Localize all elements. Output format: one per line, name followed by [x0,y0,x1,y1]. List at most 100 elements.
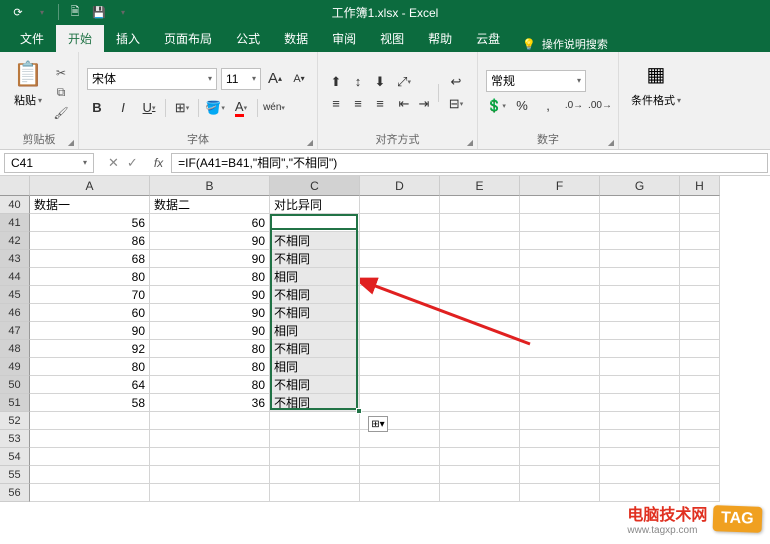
cell[interactable] [270,484,360,502]
cell[interactable] [680,484,720,502]
cell[interactable]: 90 [150,232,270,250]
cell[interactable]: 68 [30,250,150,268]
cell[interactable] [600,466,680,484]
cell[interactable] [600,268,680,286]
merge-center-button[interactable]: ⊟▾ [443,94,469,114]
col-header[interactable]: F [520,176,600,196]
increase-indent-button[interactable]: ⇥ [414,94,434,114]
cell[interactable] [360,232,440,250]
cell[interactable] [440,304,520,322]
cell[interactable] [360,484,440,502]
align-middle-button[interactable]: ↕ [348,72,368,92]
row-header[interactable]: 49 [0,358,30,376]
cancel-formula-button[interactable]: ✕ [108,155,119,171]
orientation-button[interactable]: ⤢▾ [394,72,414,92]
copy-button[interactable]: ⧉ [52,84,70,102]
bold-button[interactable]: B [87,98,107,118]
row-header[interactable]: 53 [0,430,30,448]
cell[interactable]: 对比异同 [270,196,360,214]
cell[interactable]: 90 [30,322,150,340]
ribbon-tab-3[interactable]: 页面布局 [152,25,224,52]
col-header[interactable]: G [600,176,680,196]
cell[interactable] [680,214,720,232]
phonetic-button[interactable]: wén▾ [264,98,284,118]
cell[interactable]: 80 [150,340,270,358]
cell[interactable] [680,430,720,448]
cell[interactable]: 相同 [270,268,360,286]
cell[interactable] [680,394,720,412]
cell[interactable] [440,430,520,448]
row-header[interactable]: 48 [0,340,30,358]
cell[interactable] [150,466,270,484]
cell[interactable]: 58 [30,394,150,412]
ribbon-tab-5[interactable]: 数据 [272,25,320,52]
cell[interactable] [150,430,270,448]
cell[interactable] [680,412,720,430]
row-header[interactable]: 55 [0,466,30,484]
cell[interactable]: 80 [150,376,270,394]
cell[interactable]: 相同 [270,322,360,340]
cell[interactable] [600,304,680,322]
cell[interactable] [680,322,720,340]
cell[interactable] [600,340,680,358]
cell[interactable]: 86 [30,232,150,250]
select-all-corner[interactable] [0,176,30,196]
align-right-button[interactable]: ≡ [370,94,390,114]
spreadsheet-grid[interactable]: ABCDEFGH 4041424344454647484950515253545… [0,176,770,536]
cell[interactable] [440,268,520,286]
cell[interactable] [600,214,680,232]
cell[interactable] [360,250,440,268]
row-header[interactable]: 47 [0,322,30,340]
cell[interactable] [150,412,270,430]
cell[interactable]: 不相同 [270,340,360,358]
increase-decimal-button[interactable]: .0→ [564,96,584,116]
cell[interactable] [360,466,440,484]
save-icon[interactable]: 💾 [91,4,107,20]
cell[interactable] [150,448,270,466]
new-file-icon[interactable]: 🗎 [67,4,83,20]
cell[interactable]: 80 [30,268,150,286]
cell[interactable] [440,466,520,484]
conditional-format-button[interactable]: ▦ 条件格式▾ [627,56,685,133]
cell[interactable] [360,286,440,304]
cell[interactable]: 90 [150,250,270,268]
col-header[interactable]: A [30,176,150,196]
accounting-format-button[interactable]: 💲▾ [486,96,506,116]
cell[interactable] [520,358,600,376]
cell[interactable] [680,268,720,286]
cells-area[interactable]: 数据一数据二对比异同5660不相同8690不相同6890不相同8080相同709… [30,196,720,502]
cell[interactable] [600,430,680,448]
cell[interactable] [520,466,600,484]
ribbon-tab-4[interactable]: 公式 [224,25,272,52]
cell[interactable]: 36 [150,394,270,412]
cell[interactable] [520,250,600,268]
name-box[interactable]: C41▾ [4,153,94,173]
cell[interactable] [360,322,440,340]
cell[interactable] [520,232,600,250]
cell[interactable]: 80 [150,358,270,376]
cell[interactable] [30,448,150,466]
row-header[interactable]: 50 [0,376,30,394]
cell[interactable] [520,484,600,502]
cell[interactable]: 92 [30,340,150,358]
cell[interactable] [360,214,440,232]
cell[interactable] [680,448,720,466]
cell[interactable] [600,358,680,376]
cell[interactable]: 不相同 [270,304,360,322]
col-header[interactable]: H [680,176,720,196]
cell[interactable]: 相同 [270,358,360,376]
cell[interactable] [360,394,440,412]
cell[interactable] [600,286,680,304]
cell[interactable]: 80 [150,268,270,286]
cell[interactable] [520,214,600,232]
number-format-select[interactable]: 常规▾ [486,70,586,92]
cell[interactable] [360,376,440,394]
cell[interactable] [150,484,270,502]
cell[interactable] [520,286,600,304]
cell[interactable] [440,214,520,232]
row-header[interactable]: 44 [0,268,30,286]
fill-handle[interactable] [356,408,362,414]
cell[interactable]: 不相同 [270,376,360,394]
cell[interactable] [520,448,600,466]
decrease-indent-button[interactable]: ⇤ [394,94,414,114]
